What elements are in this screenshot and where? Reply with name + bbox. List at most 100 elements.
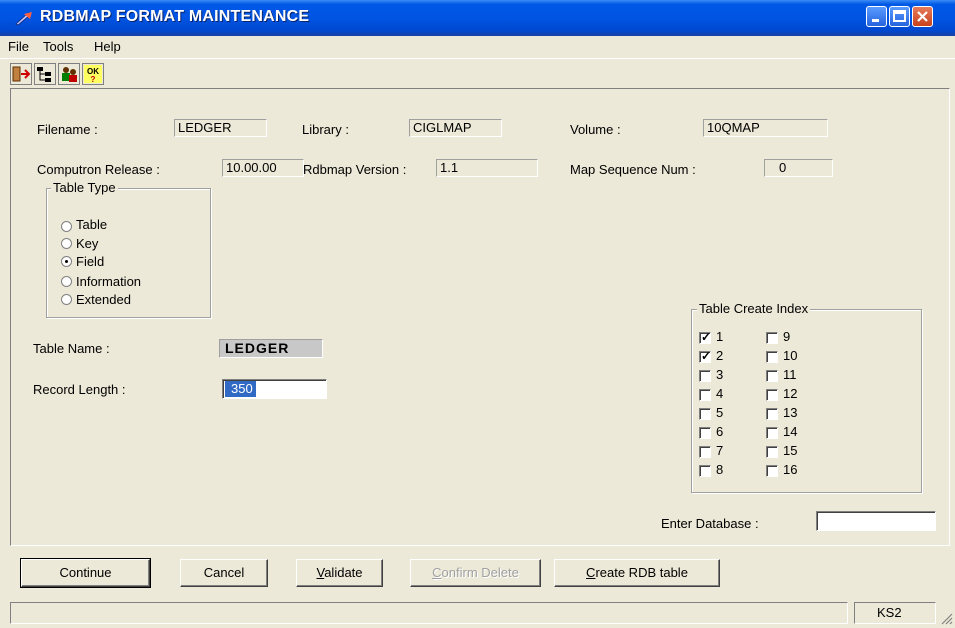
index-checkbox-16[interactable] [766, 465, 778, 477]
index-checkbox-label: 14 [783, 424, 798, 439]
tree-tool-button[interactable] [34, 63, 56, 85]
index-checkbox-label: 9 [783, 329, 791, 344]
index-checkbox-10[interactable] [766, 351, 778, 363]
index-checkbox-7[interactable] [699, 446, 711, 458]
minimize-button[interactable] [866, 6, 887, 27]
create-rdb-label: reate RDB table [595, 565, 688, 580]
status-bar: KS2 [10, 600, 955, 628]
status-message [10, 602, 848, 624]
index-checkbox-3[interactable] [699, 370, 711, 382]
menu-tools[interactable]: Tools [43, 39, 73, 54]
cancel-button[interactable]: Cancel [180, 559, 268, 587]
radio-table-label: Table [76, 217, 108, 232]
radio-extended[interactable] [61, 294, 72, 305]
main-panel: Filename : LEDGER Library : CIGLMAP Volu… [10, 88, 950, 546]
window-title: RDBMAP FORMAT MAINTENANCE [40, 8, 310, 25]
radio-table[interactable] [61, 221, 72, 232]
radio-field-label: Field [76, 254, 105, 269]
index-checkbox-2[interactable]: ✓ [699, 349, 712, 363]
radio-key[interactable] [61, 238, 72, 249]
users-tool-button[interactable] [58, 63, 80, 85]
validate-button[interactable]: Validate [296, 559, 383, 587]
release-field: 10.00.00 [222, 159, 304, 177]
radio-extended-label: Extended [76, 292, 131, 307]
menu-bar: File Tools Help [0, 36, 955, 58]
radio-key-label: Key [76, 236, 99, 251]
index-checkbox-8[interactable] [699, 465, 711, 477]
confirm-delete-mnemonic: C [432, 565, 442, 580]
index-checkbox-label: 15 [783, 443, 798, 458]
map-sequence-label: Map Sequence Num : [570, 162, 696, 177]
maximize-button[interactable] [889, 6, 910, 27]
index-checkbox-4[interactable] [699, 389, 711, 401]
index-checkbox-9[interactable] [766, 332, 778, 344]
confirm-delete-button: Confirm Delete [410, 559, 541, 587]
close-button[interactable] [912, 6, 933, 27]
validate-label: alidate [324, 565, 363, 580]
map-sequence-field: 0 [764, 159, 833, 177]
ok-tool-button[interactable]: OK ? [82, 63, 104, 85]
users-icon [62, 67, 77, 82]
menu-help[interactable]: Help [94, 39, 121, 54]
release-label: Computron Release : [37, 162, 160, 177]
continue-label: Continue [59, 565, 112, 580]
index-checkbox-label: 5 [716, 405, 724, 420]
app-icon [15, 12, 32, 26]
radio-field[interactable] [61, 256, 72, 267]
volume-field: 10QMAP [703, 119, 828, 137]
toolbar: OK ? [0, 58, 955, 87]
resize-grip-icon[interactable] [940, 612, 953, 625]
table-name-field: LEDGER [219, 339, 323, 358]
confirm-delete-label: onfirm Delete [441, 565, 519, 580]
index-checkbox-label: 4 [716, 386, 724, 401]
checkmark-icon: ✓ [701, 349, 712, 363]
title-bar[interactable]: RDBMAP FORMAT MAINTENANCE [0, 0, 955, 36]
maximize-icon [893, 10, 906, 22]
record-length-input[interactable]: 350 [222, 379, 327, 399]
continue-button[interactable]: Continue [20, 558, 151, 588]
index-checkbox-label: 1 [716, 329, 724, 344]
index-checkbox-label: 11 [783, 367, 797, 382]
table-create-index-legend: Table Create Index [697, 301, 811, 316]
enter-database-label: Enter Database : [661, 516, 759, 531]
index-checkbox-label: 2 [716, 348, 724, 363]
index-checkbox-label: 7 [716, 443, 724, 458]
exit-door-icon [12, 66, 31, 82]
filename-label: Filename : [37, 122, 98, 137]
index-checkbox-11[interactable] [766, 370, 778, 382]
library-label: Library : [302, 122, 349, 137]
index-checkbox-6[interactable] [699, 427, 711, 439]
create-rdb-table-button[interactable]: Create RDB table [554, 559, 720, 587]
application-window: RDBMAP FORMAT MAINTENANCE File Tools Hel… [0, 0, 955, 628]
index-checkbox-1[interactable]: ✓ [699, 330, 712, 344]
enter-database-input[interactable] [816, 511, 936, 531]
filename-field: LEDGER [174, 119, 267, 137]
radio-information-label: Information [76, 274, 142, 289]
ok-question-icon: OK ? [84, 65, 102, 84]
svg-text:?: ? [91, 75, 96, 84]
index-checkbox-label: 3 [716, 367, 724, 382]
library-field: CIGLMAP [409, 119, 502, 137]
index-checkbox-15[interactable] [766, 446, 778, 458]
left-frame [0, 86, 10, 628]
exit-tool-button[interactable] [10, 63, 32, 85]
index-checkbox-label: 12 [783, 386, 798, 401]
index-checkbox-13[interactable] [766, 408, 778, 420]
hierarchy-icon [37, 67, 51, 82]
index-checkbox-label: 6 [716, 424, 724, 439]
table-name-label: Table Name : [33, 341, 110, 356]
cancel-label: Cancel [203, 565, 245, 580]
index-checkbox-14[interactable] [766, 427, 778, 439]
minimize-icon [872, 19, 879, 22]
rdbmap-version-field: 1.1 [436, 159, 538, 177]
menu-file[interactable]: File [8, 39, 29, 54]
index-checkbox-5[interactable] [699, 408, 711, 420]
index-checkbox-label: 10 [783, 348, 798, 363]
index-checkbox-label: 16 [783, 462, 798, 477]
index-checkbox-12[interactable] [766, 389, 778, 401]
checkmark-icon: ✓ [701, 330, 712, 344]
rdbmap-version-label: Rdbmap Version : [303, 162, 407, 177]
volume-label: Volume : [570, 122, 621, 137]
table-create-index-group [691, 309, 922, 493]
radio-information[interactable] [61, 276, 72, 287]
